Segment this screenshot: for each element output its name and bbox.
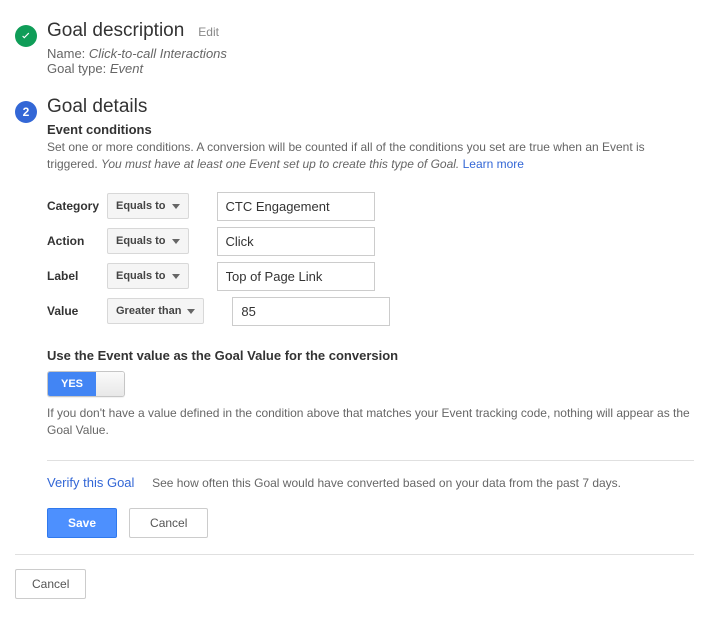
step2-title: Goal details [47, 96, 147, 118]
condition-value-input[interactable] [232, 297, 390, 326]
condition-label: Action [47, 234, 107, 248]
hint-text-b: You must have at least one Event set up … [101, 157, 459, 171]
chevron-down-icon [172, 204, 180, 209]
dropdown-value: Greater than [116, 305, 181, 317]
condition-operator-dropdown[interactable]: Equals to [107, 193, 189, 219]
toggle-on-label: YES [48, 372, 96, 396]
condition-operator-dropdown[interactable]: Greater than [107, 298, 204, 324]
goal-type-label: Goal type: [47, 61, 106, 76]
step-number-badge: 2 [15, 101, 37, 123]
condition-value-input[interactable] [217, 262, 375, 291]
edit-link[interactable]: Edit [198, 25, 219, 39]
save-button[interactable]: Save [47, 508, 117, 538]
condition-row-action: Action Equals to [47, 227, 694, 256]
verify-goal-link[interactable]: Verify this Goal [47, 475, 134, 490]
step-number: 2 [23, 105, 30, 119]
condition-label: Value [47, 304, 107, 318]
outer-cancel-button[interactable]: Cancel [15, 569, 86, 599]
goal-name-label: Name: [47, 46, 85, 61]
event-conditions-hint: Set one or more conditions. A conversion… [47, 139, 694, 174]
condition-row-label: Label Equals to [47, 262, 694, 291]
goal-value-hint: If you don't have a value defined in the… [47, 405, 694, 440]
dropdown-value: Equals to [116, 200, 166, 212]
chevron-down-icon [172, 239, 180, 244]
condition-operator-dropdown[interactable]: Equals to [107, 228, 189, 254]
event-conditions-heading: Event conditions [47, 122, 694, 137]
use-event-value-toggle[interactable]: YES [47, 371, 125, 397]
divider [47, 460, 694, 461]
step-goal-description: Goal description Edit Name: Click-to-cal… [15, 20, 694, 90]
outer-cancel-row: Cancel [15, 554, 694, 599]
condition-label: Label [47, 269, 107, 283]
goal-name-line: Name: Click-to-call Interactions [47, 46, 694, 61]
goal-name-value: Click-to-call Interactions [89, 46, 227, 61]
cancel-button[interactable]: Cancel [129, 508, 208, 538]
step-goal-details: 2 Goal details Event conditions Set one … [15, 96, 694, 538]
step1-title: Goal description [47, 20, 184, 42]
dropdown-value: Equals to [116, 235, 166, 247]
condition-value-input[interactable] [217, 227, 375, 256]
condition-value-input[interactable] [217, 192, 375, 221]
chevron-down-icon [172, 274, 180, 279]
goal-type-line: Goal type: Event [47, 61, 694, 76]
use-event-value-label: Use the Event value as the Goal Value fo… [47, 348, 694, 363]
check-icon [15, 25, 37, 47]
learn-more-link[interactable]: Learn more [463, 157, 524, 171]
form-buttons: Save Cancel [47, 508, 694, 538]
condition-label: Category [47, 199, 107, 213]
verify-goal-text: See how often this Goal would have conve… [152, 476, 621, 490]
condition-operator-dropdown[interactable]: Equals to [107, 263, 189, 289]
condition-row-category: Category Equals to [47, 192, 694, 221]
condition-row-value: Value Greater than [47, 297, 694, 326]
verify-row: Verify this Goal See how often this Goal… [47, 475, 694, 490]
event-conditions-table: Category Equals to Action Equals to Labe… [47, 192, 694, 326]
toggle-off-pane [96, 372, 124, 396]
chevron-down-icon [187, 309, 195, 314]
goal-type-value: Event [110, 61, 143, 76]
dropdown-value: Equals to [116, 270, 166, 282]
